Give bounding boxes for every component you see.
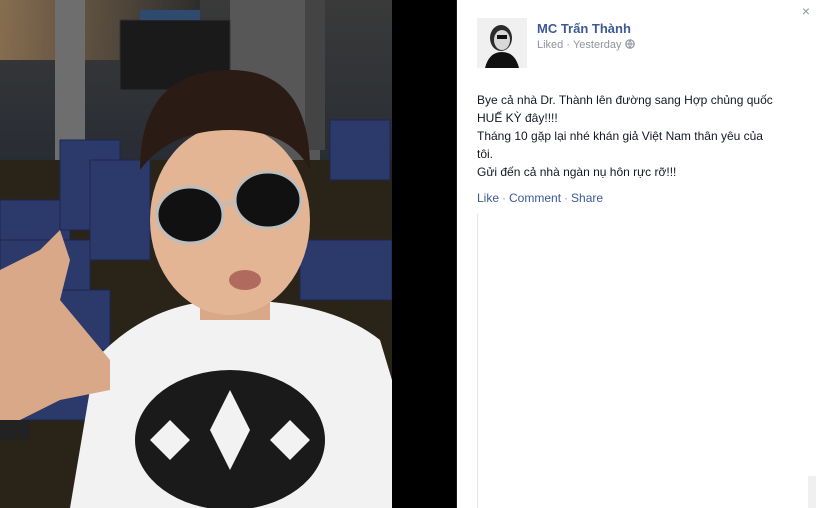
liked-status[interactable]: Liked — [537, 39, 563, 51]
post-line: Tháng 10 gặp lại nhé khán giả Việt Nam t… — [477, 129, 763, 161]
comments-area — [477, 214, 800, 508]
post-side-panel: × MC Trấn Thành Liked · Yesterday Bye cả n… — [456, 0, 817, 508]
meta-separator: · — [566, 39, 570, 51]
author-name-link[interactable]: MC Trấn Thành — [537, 21, 631, 36]
post-line: Bye cả nhà Dr. Thành lên đường sang Hợp … — [477, 93, 773, 125]
share-link[interactable]: Share — [571, 191, 603, 205]
globe-icon[interactable] — [624, 39, 635, 49]
photo-viewer[interactable] — [0, 0, 456, 508]
avatar[interactable] — [477, 18, 527, 68]
post-timestamp[interactable]: Yesterday — [573, 39, 622, 51]
like-link[interactable]: Like — [477, 191, 499, 205]
action-separator: · — [502, 191, 507, 205]
selfie-photo — [0, 0, 456, 508]
scrollbar[interactable] — [808, 476, 816, 508]
post-meta: Liked · Yesterday — [537, 39, 635, 51]
post-message: Bye cả nhà Dr. Thành lên đường sang Hợp … — [477, 91, 777, 181]
action-separator: · — [564, 191, 569, 205]
post-line: Gửi đến cả nhà ngàn nụ hôn rực rỡ!!! — [477, 165, 677, 179]
post-actions: Like · Comment · Share — [477, 191, 603, 205]
close-icon[interactable]: × — [802, 4, 810, 18]
comment-link[interactable]: Comment — [509, 191, 561, 205]
profile-picture — [477, 18, 527, 68]
